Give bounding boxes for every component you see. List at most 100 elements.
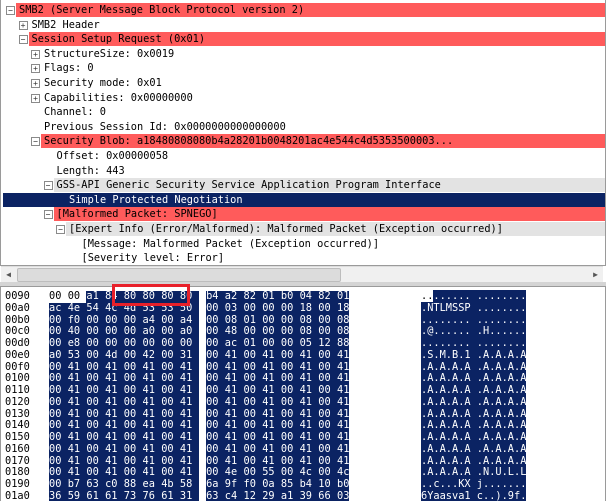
hex-byte[interactable]: 00 <box>206 337 226 350</box>
hex-byte[interactable]: 41 <box>337 396 349 409</box>
hex-byte[interactable]: 00 <box>243 431 263 444</box>
hex-byte[interactable]: 00 <box>161 431 181 444</box>
hex-byte[interactable]: 53 <box>161 302 181 315</box>
collapse-icon[interactable]: − <box>6 6 15 15</box>
hex-byte[interactable]: f0 <box>243 478 263 491</box>
hex-byte[interactable]: 36 <box>49 490 68 501</box>
hex-byte[interactable]: 00 <box>318 443 338 456</box>
hex-byte[interactable]: 58 <box>179 478 199 491</box>
hex-byte[interactable]: 41 <box>224 431 244 444</box>
collapse-icon[interactable]: − <box>18 35 28 45</box>
hex-byte[interactable]: 00 <box>243 443 263 456</box>
tree-item[interactable]: Length: 443 <box>1 164 605 178</box>
hex-byte[interactable]: 00 <box>86 384 106 397</box>
hex-byte[interactable]: 4e <box>67 302 87 315</box>
hex-byte[interactable]: 41 <box>299 396 319 409</box>
hex-byte[interactable]: 76 <box>142 490 162 501</box>
hex-byte[interactable]: a1 <box>280 490 300 501</box>
hex-byte[interactable]: 00 <box>280 349 300 362</box>
expand-icon[interactable]: + <box>31 79 40 88</box>
hex-byte[interactable]: 00 <box>86 337 106 350</box>
hex-byte[interactable]: b4 <box>206 290 226 303</box>
hex-byte[interactable]: 00 <box>49 431 68 444</box>
hex-byte[interactable]: 00 <box>105 337 125 350</box>
hex-byte[interactable]: 00 <box>280 337 300 350</box>
ascii-text[interactable]: 6Yaasva1 c..).9f. <box>421 489 527 501</box>
hex-byte[interactable]: 04 <box>299 290 319 303</box>
hex-byte[interactable]: 00 <box>318 302 338 315</box>
hex-byte[interactable]: 00 <box>206 431 226 444</box>
hex-byte[interactable]: 03 <box>224 302 244 315</box>
hex-byte[interactable]: 00 <box>243 396 263 409</box>
hex-byte[interactable]: 41 <box>337 384 349 397</box>
hex-byte[interactable]: 00 <box>49 396 68 409</box>
hex-byte[interactable]: 00 <box>123 443 143 456</box>
hex-byte[interactable]: 41 <box>337 431 349 444</box>
hex-byte[interactable]: 00 <box>206 396 226 409</box>
hex-byte[interactable]: 41 <box>105 443 125 456</box>
hex-byte[interactable]: 41 <box>179 396 199 409</box>
tree-item[interactable]: + Flags: 0 <box>1 61 605 75</box>
hex-byte[interactable]: 41 <box>142 384 162 397</box>
hex-byte[interactable]: 88 <box>337 337 349 350</box>
hex-byte[interactable]: 00 <box>206 384 226 397</box>
hex-byte[interactable]: 41 <box>179 443 199 456</box>
hex-byte[interactable]: 41 <box>299 431 319 444</box>
tree-item[interactable]: + Security mode: 0x01 <box>1 76 605 90</box>
ascii-text[interactable]: .A.A.A.A .A.A.A.A <box>421 395 527 409</box>
hex-byte[interactable]: 00 <box>280 384 300 397</box>
hex-byte[interactable]: 88 <box>123 478 143 491</box>
hex-byte[interactable]: 61 <box>86 490 106 501</box>
hex-byte[interactable]: 41 <box>262 431 282 444</box>
tree-item[interactable]: + SMB2 Header <box>1 18 605 32</box>
hex-byte[interactable]: 4c <box>105 302 125 315</box>
hex-byte[interactable]: 00 <box>123 384 143 397</box>
hex-byte[interactable]: 00 <box>161 443 181 456</box>
hex-byte[interactable]: 41 <box>142 443 162 456</box>
ascii-text[interactable]: ........ ........ <box>421 290 527 303</box>
hex-byte[interactable]: 61 <box>161 490 181 501</box>
tree-item[interactable]: Channel: 0 <box>1 105 605 119</box>
hex-byte[interactable]: 00 <box>86 431 106 444</box>
hex-byte[interactable]: 41 <box>179 384 199 397</box>
hex-byte[interactable]: 63 <box>86 478 106 491</box>
scrollbar-thumb[interactable] <box>17 268 341 282</box>
hex-byte[interactable]: 31 <box>179 349 199 362</box>
hex-byte[interactable]: a2 <box>224 290 244 303</box>
ascii-text[interactable]: .A.A.A.A .A.A.A.A <box>421 442 527 456</box>
hex-byte[interactable]: 41 <box>224 349 244 362</box>
tree-item[interactable]: + StructureSize: 0x0019 <box>1 47 605 61</box>
hex-byte[interactable]: 80 <box>123 290 143 303</box>
hex-byte[interactable]: 10 <box>318 478 338 491</box>
hex-byte[interactable]: 85 <box>280 478 300 491</box>
hex-byte[interactable]: 53 <box>142 302 162 315</box>
hex-byte[interactable]: 00 <box>262 302 282 315</box>
hex-byte[interactable]: 00 <box>318 349 338 362</box>
hex-byte[interactable]: 05 <box>299 337 319 350</box>
hex-byte[interactable]: 18 <box>337 302 349 315</box>
hex-byte[interactable]: 41 <box>67 384 87 397</box>
hex-byte[interactable]: 41 <box>262 396 282 409</box>
hex-byte[interactable]: c0 <box>105 478 125 491</box>
hex-byte[interactable]: 00 <box>280 431 300 444</box>
hex-byte[interactable]: 80 <box>179 290 199 303</box>
hex-byte[interactable]: 00 <box>123 431 143 444</box>
hex-byte[interactable]: b0 <box>280 290 300 303</box>
hex-byte[interactable]: 50 <box>179 302 199 315</box>
ascii-text[interactable]: ........ ........ <box>421 337 527 350</box>
tree-item[interactable]: − GSS-API Generic Security Service Applic… <box>1 178 605 193</box>
expand-icon[interactable]: + <box>18 20 28 30</box>
hex-byte[interactable]: 18 <box>299 302 319 315</box>
hex-byte[interactable]: 41 <box>262 443 282 456</box>
hex-byte[interactable]: 4d <box>123 302 143 315</box>
ascii-text[interactable]: .S.M.B.1 .A.A.A.A <box>421 348 527 362</box>
hex-byte[interactable]: a1 <box>86 290 106 303</box>
hex-byte[interactable]: 41 <box>142 396 162 409</box>
ascii-text[interactable]: ..c...KX j....... <box>421 478 527 491</box>
hex-byte[interactable]: 00 <box>161 337 181 350</box>
hex-byte[interactable]: b7 <box>67 478 87 491</box>
hex-byte[interactable]: 31 <box>179 490 199 501</box>
hex-byte[interactable]: 41 <box>142 431 162 444</box>
collapse-icon[interactable]: − <box>43 210 53 220</box>
hex-byte[interactable]: 4d <box>105 349 125 362</box>
